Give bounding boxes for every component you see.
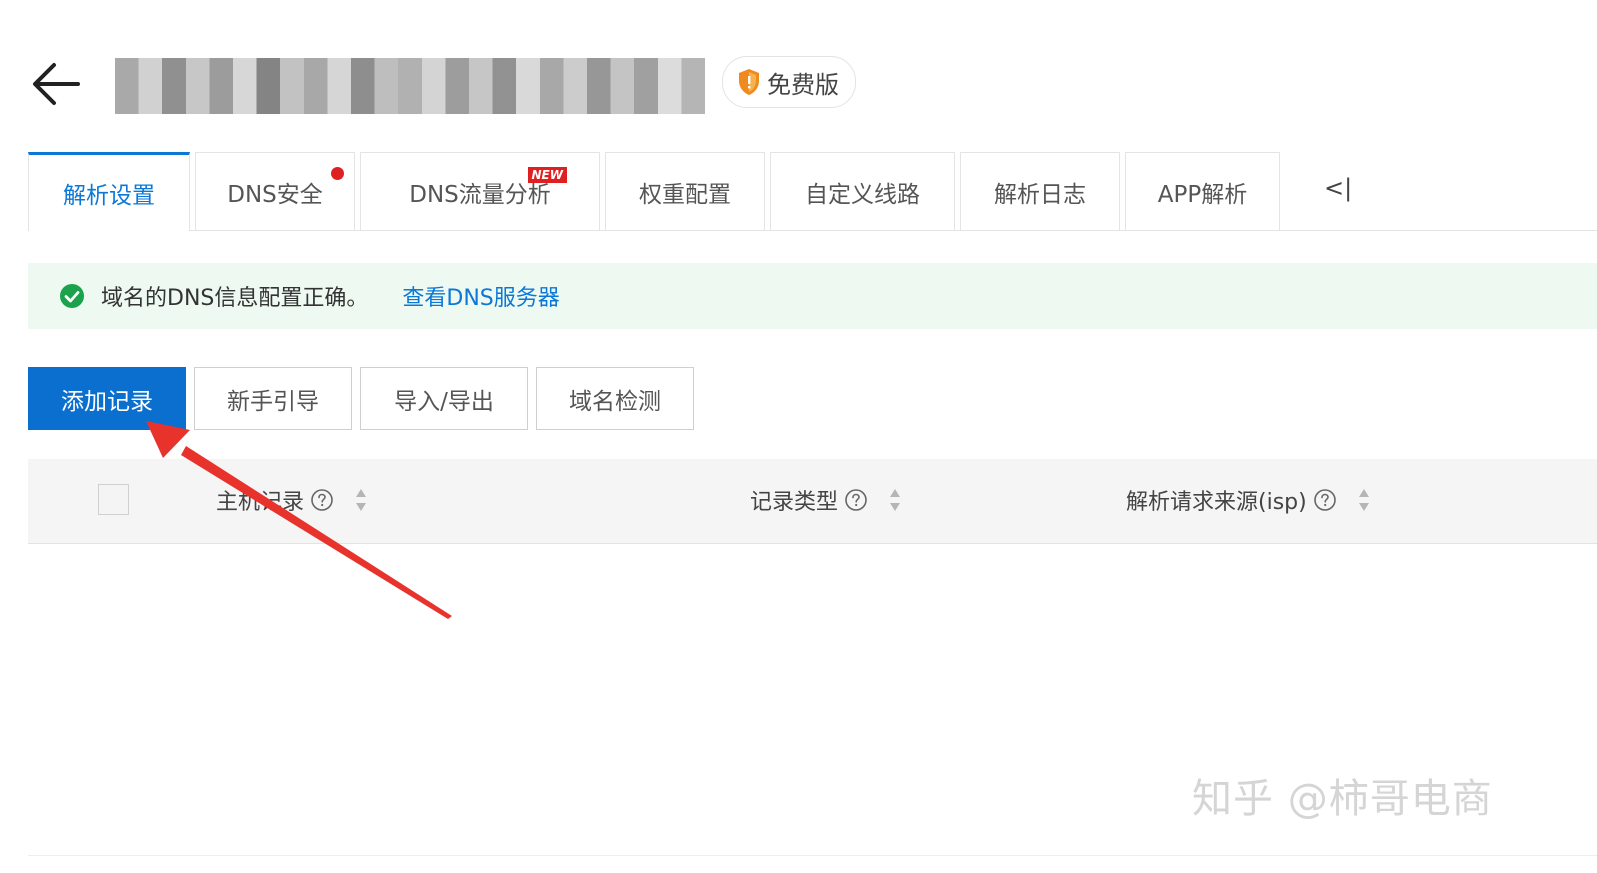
plan-badge-label: 免费版 (767, 70, 839, 99)
tab-label: DNS安全 (227, 181, 323, 208)
tab-label: APP解析 (1157, 181, 1248, 208)
help-circle-icon[interactable] (1313, 488, 1337, 512)
tab-label: 自定义线路 (805, 181, 920, 208)
back-button[interactable] (28, 58, 84, 110)
tab-label: 解析设置 (63, 183, 155, 209)
tab-custom-line[interactable]: 自定义线路 (770, 152, 955, 230)
sort-icon[interactable] (1357, 487, 1371, 513)
tab-bar: 解析设置 DNS安全 DNS流量分析 NEW 权重配置 自定义线路 解析日志 A… (28, 152, 1597, 231)
alert-message: 域名的DNS信息配置正确。 (101, 286, 369, 311)
domain-check-button[interactable]: 域名检测 (536, 367, 694, 430)
tab-weight-config[interactable]: 权重配置 (605, 152, 765, 230)
column-label: 解析请求来源(isp) (1126, 490, 1307, 515)
new-badge: NEW (527, 167, 567, 183)
import-export-button[interactable]: 导入/导出 (360, 367, 528, 430)
tab-dns-traffic[interactable]: DNS流量分析 NEW (360, 152, 600, 230)
tab-collapse-button[interactable]: <| (1324, 174, 1352, 202)
column-record-type: 记录类型 (750, 484, 902, 516)
view-dns-servers-link[interactable]: 查看DNS服务器 (402, 280, 559, 312)
shield-icon (739, 69, 759, 95)
sort-icon[interactable] (888, 487, 902, 513)
column-label: 主机记录 (216, 490, 305, 515)
domain-name-redacted (115, 58, 705, 114)
select-all-checkbox[interactable] (98, 484, 129, 515)
watermark: 知乎 @柿哥电商 (1192, 776, 1493, 822)
add-record-button[interactable]: 添加记录 (28, 367, 186, 430)
column-label: 记录类型 (750, 490, 839, 515)
arrow-left-icon (33, 63, 80, 105)
help-circle-icon[interactable] (310, 488, 334, 512)
tab-app-dns[interactable]: APP解析 (1125, 152, 1280, 230)
help-circle-icon[interactable] (844, 488, 868, 512)
table-bottom-border (28, 855, 1597, 856)
sort-icon[interactable] (354, 487, 368, 513)
dns-status-alert: 域名的DNS信息配置正确。 查看DNS服务器 (28, 263, 1597, 329)
table-header: 主机记录 记录类型 解析请求来源(isp) (28, 459, 1597, 544)
tab-label: 权重配置 (639, 181, 731, 208)
notification-dot (331, 167, 344, 180)
column-request-source: 解析请求来源(isp) (1126, 484, 1371, 516)
tab-label: 解析日志 (994, 181, 1086, 208)
red-arrow-annotation (146, 421, 452, 619)
beginner-guide-button[interactable]: 新手引导 (194, 367, 352, 430)
plan-badge[interactable]: 免费版 (722, 56, 856, 108)
column-host-record: 主机记录 (216, 484, 368, 516)
tab-dns-settings[interactable]: 解析设置 (28, 152, 190, 231)
tab-dns-log[interactable]: 解析日志 (960, 152, 1120, 230)
tab-dns-security[interactable]: DNS安全 (195, 152, 355, 230)
check-circle-icon (60, 284, 84, 308)
